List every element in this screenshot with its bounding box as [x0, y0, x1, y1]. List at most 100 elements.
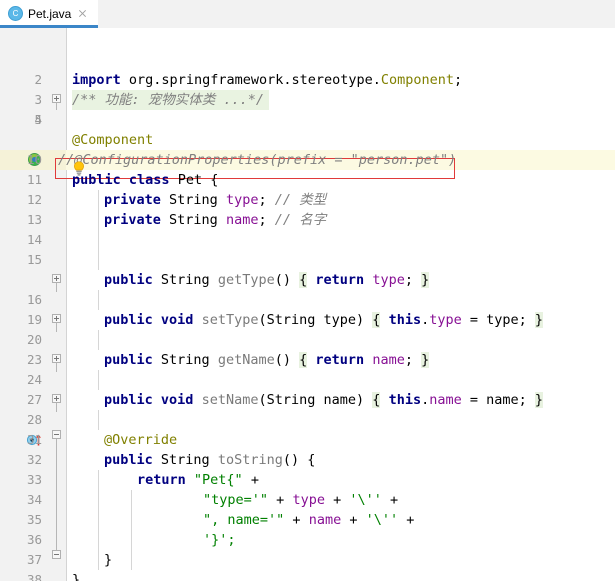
editor-line-32[interactable]: 32 @Override — [0, 430, 615, 467]
token-string: ", name='" — [203, 512, 285, 528]
token-comment: // 名字 — [274, 212, 327, 228]
editor-line-14[interactable]: 14 private String name; // 名字 — [0, 210, 615, 247]
code-text: private String name; // 名字 — [104, 212, 327, 228]
editor-line-10[interactable]: 10 @Component — [0, 130, 615, 167]
token-keyword-return: return — [315, 352, 365, 368]
token-semicolon: ; — [454, 72, 463, 88]
token-package: org.springframework.stereotype. — [128, 72, 381, 88]
token-comment: // 类型 — [274, 192, 327, 208]
editor-line-34[interactable]: 34 return "Pet{" + — [0, 470, 615, 507]
editor-line-39[interactable]: 39 } — [0, 570, 615, 581]
token-method: setType — [201, 312, 259, 328]
code-text: public class Pet { — [72, 170, 218, 190]
code-text: public String getType() { return type; } — [104, 272, 430, 288]
editor-line-13[interactable]: 13 private String type; // 类型 — [0, 190, 615, 227]
token-method: toString — [217, 452, 283, 468]
token-brace-close: } — [421, 272, 430, 288]
editor-line-33[interactable]: 33 public String toString() { — [0, 450, 615, 487]
token-operator: + — [276, 492, 285, 508]
token-brace-close: } — [534, 392, 544, 408]
code-text: } — [72, 572, 81, 581]
code-text: ", name='" + name + '\'' + — [203, 510, 414, 530]
code-editor[interactable]: 2 3 import org.springframework.stereotyp… — [0, 28, 615, 581]
token-brace-open: { — [372, 392, 381, 408]
token-field: name — [429, 392, 462, 408]
token-keyword: import — [72, 72, 121, 88]
code-text: public void setType(String type) { this.… — [104, 312, 544, 328]
token-operator: + — [250, 472, 259, 488]
token-brace-open: { — [299, 352, 308, 368]
editor-line-31[interactable]: 31 — [0, 410, 615, 447]
token-param: String type — [266, 312, 357, 328]
token-field: name — [308, 512, 342, 528]
editor-line-35[interactable]: 35 "type='" + type + '\'' + — [0, 490, 615, 527]
editor-line-37[interactable]: 37 '}'; — [0, 530, 615, 567]
token-field: type — [372, 272, 405, 288]
editor-line-28[interactable]: 28 public void setName(String name) { th… — [0, 390, 615, 427]
editor-line-5[interactable]: 5 /** 功能: 宠物实体类 ...*/ — [0, 90, 615, 127]
code-text: public String toString() { — [104, 452, 316, 468]
code-text-annotation: @Component — [72, 132, 154, 148]
editor-line-36[interactable]: 36 ", name='" + name + '\'' + — [0, 510, 615, 547]
editor-line-16[interactable]: 16 public String getType() { return type… — [0, 270, 615, 307]
token-type: String — [160, 272, 210, 288]
token-brace-open: { — [372, 312, 381, 328]
token-method: getType — [217, 272, 275, 288]
code-text: public String getName() { return name; } — [104, 352, 430, 368]
editor-tab-bar: C Pet.java — [0, 0, 615, 29]
editor-line-23[interactable]: 23 — [0, 330, 615, 367]
editor-line-19[interactable]: 19 — [0, 290, 615, 327]
editor-line-38[interactable]: 38 } — [0, 550, 615, 581]
editor-line-2[interactable]: 2 — [0, 50, 615, 87]
code-text: private String type; // 类型 — [104, 192, 327, 208]
token-operator: + — [292, 512, 301, 528]
editor-line-20[interactable]: 20 public void setType(String type) { th… — [0, 310, 615, 347]
token-type: String — [169, 192, 218, 208]
tab-label: Pet.java — [28, 6, 72, 21]
editor-window: C Pet.java 2 3 import org.springframewor… — [0, 0, 615, 581]
line-number: 15 — [26, 252, 42, 267]
code-text: import org.springframework.stereotype.Co… — [72, 70, 462, 90]
editor-line-24[interactable]: 24 public String getName() { return name… — [0, 350, 615, 387]
token-keyword-this: this — [388, 312, 422, 328]
editor-line-15[interactable]: 15 — [0, 230, 615, 267]
editor-line-3[interactable]: 3 import org.springframework.stereotype.… — [0, 70, 615, 107]
token-type: String — [160, 452, 210, 468]
code-text: public void setName(String name) { this.… — [104, 392, 544, 408]
tab-pet-java[interactable]: C Pet.java — [0, 0, 98, 27]
editor-line-12[interactable]: 12 public class Pet { — [0, 170, 615, 207]
token-operator: + — [406, 512, 415, 528]
token-keyword: private — [104, 212, 161, 228]
code-text: "type='" + type + '\'' + — [203, 490, 398, 510]
code-text: } — [104, 552, 113, 568]
token-arg: type — [486, 312, 519, 328]
token-keyword: public — [104, 352, 153, 368]
token-brace-close: } — [421, 352, 430, 368]
java-class-icon: C — [8, 6, 23, 21]
token-arg: name — [486, 392, 519, 408]
code-text-javadoc: /** 功能: 宠物实体类 ...*/ — [72, 92, 265, 108]
token-keyword: private — [104, 192, 161, 208]
code-text: return "Pet{" + — [137, 470, 259, 490]
close-icon[interactable] — [77, 8, 88, 19]
intention-bulb-icon[interactable] — [72, 161, 85, 176]
editor-line-11[interactable]: 11 //@ConfigurationProperties(prefix = "… — [0, 150, 615, 187]
token-operator: + — [349, 512, 358, 528]
token-keyword: public — [104, 272, 153, 288]
token-operator: + — [333, 492, 342, 508]
token-keyword-void: void — [160, 312, 194, 328]
token-type: String — [160, 352, 210, 368]
code-text-commented-annotation: //@ConfigurationProperties(prefix = "per… — [58, 152, 457, 168]
token-method: setName — [201, 392, 259, 408]
token-method: getName — [217, 352, 275, 368]
code-text-string: '}'; — [203, 532, 236, 548]
token-operator: + — [390, 492, 399, 508]
token-field: name — [372, 352, 405, 368]
token-field: type — [292, 492, 325, 508]
token-string: "type='" — [203, 492, 269, 508]
token-keyword-void: void — [160, 392, 194, 408]
token-keyword-return: return — [315, 272, 365, 288]
token-param: String name — [266, 392, 357, 408]
token-keyword-public: public — [104, 312, 153, 328]
editor-line-27[interactable]: 27 — [0, 370, 615, 407]
